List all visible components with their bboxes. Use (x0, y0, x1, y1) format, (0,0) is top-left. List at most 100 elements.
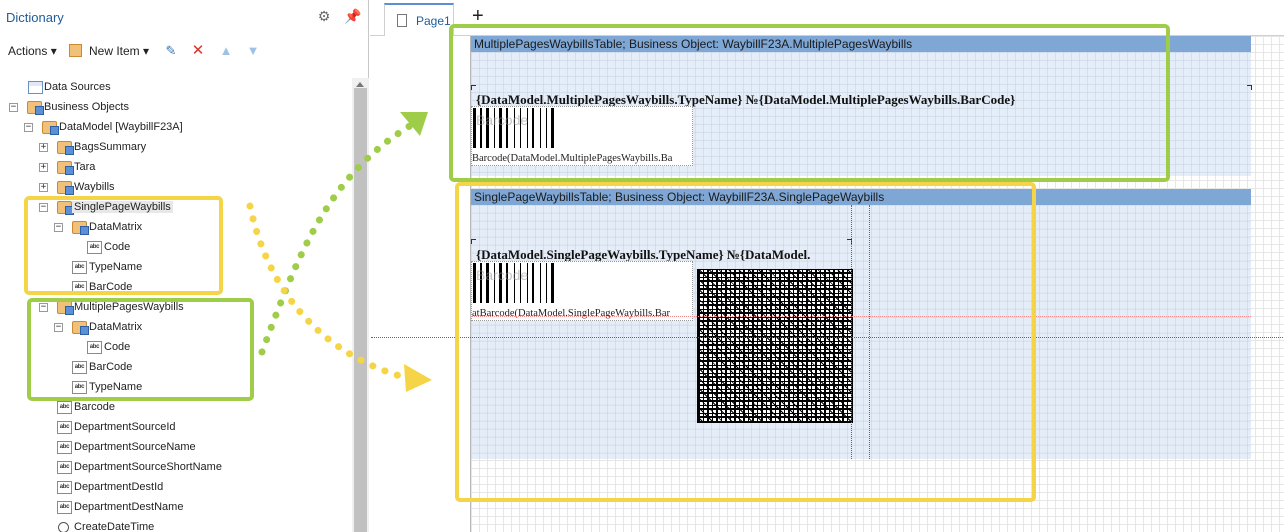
expand-icon[interactable]: + (39, 143, 48, 152)
tree-item-department-source-name[interactable]: abc DepartmentSourceName (0, 438, 350, 458)
data-matrix-component[interactable] (697, 269, 853, 423)
business-object-icon (57, 141, 74, 155)
pin-icon[interactable]: 📌 (344, 8, 361, 24)
barcode-bar (551, 108, 554, 148)
business-object-icon (72, 221, 89, 235)
tree-item-department-dest-id[interactable]: abc DepartmentDestId (0, 478, 350, 498)
guide-line (371, 337, 1284, 338)
barcode-bar (546, 263, 547, 303)
add-page-button[interactable]: + (472, 5, 484, 28)
guide-line (471, 316, 1251, 317)
barcode-bar (551, 263, 554, 303)
report-designer-window: Dictionary ⚙ 📌 Actions ▾ New Item ▾ ✎ ✕ … (0, 0, 1284, 532)
band-multiple-pages-waybills[interactable]: MultiplePagesWaybillsTable; Business Obj… (471, 36, 1252, 176)
tree-item-multi-code[interactable]: abc Code (0, 338, 350, 358)
text-column-icon: abc (57, 461, 72, 474)
tree-item-business-objects[interactable]: − Business Objects (0, 98, 350, 118)
tree-item-data-sources[interactable]: Data Sources (0, 78, 350, 98)
data-sources-icon (28, 81, 43, 94)
barcode-bar (540, 108, 541, 148)
collapse-icon[interactable]: − (39, 203, 48, 212)
collapse-icon[interactable]: − (39, 303, 48, 312)
guide-line (851, 205, 852, 459)
tree-item-department-source-id[interactable]: abc DepartmentSourceId (0, 418, 350, 438)
text-column-icon: abc (57, 441, 72, 454)
selection-corner (471, 239, 476, 244)
tree-item-single-page-waybills[interactable]: − SinglePageWaybills (0, 198, 350, 218)
text-column-icon: abc (72, 361, 87, 374)
guide-line (869, 205, 870, 459)
tree-item-create-date-time[interactable]: CreateDateTime (0, 518, 350, 532)
collapse-icon[interactable]: − (54, 223, 63, 232)
business-object-icon (57, 201, 74, 215)
text-column-icon: abc (72, 261, 87, 274)
business-object-icon (27, 101, 44, 115)
barcode-bar (532, 263, 534, 303)
tree-scrollbar[interactable] (352, 78, 369, 532)
barcode-bar (540, 263, 541, 303)
report-page[interactable]: MultiplePagesWaybillsTable; Business Obj… (371, 36, 1284, 532)
barcode-component[interactable]: Barcode Barcode(DataModel.MultiplePagesW… (471, 106, 693, 166)
delete-icon[interactable]: ✕ (190, 43, 206, 59)
tree-item-multi-bar-code[interactable]: abc BarCode (0, 358, 350, 378)
expand-icon[interactable]: + (39, 183, 48, 192)
move-down-icon[interactable]: ▼ (245, 43, 261, 59)
page-tabs: Page1 + (370, 0, 1284, 36)
scrollbar-thumb[interactable] (354, 88, 367, 532)
barcode-component[interactable]: Barcode atBarcode(DataModel.SinglePageWa… (471, 261, 693, 321)
edit-icon[interactable]: ✎ (163, 43, 179, 59)
text-column-icon: abc (87, 241, 102, 254)
text-column-icon: abc (57, 421, 72, 434)
tree-item-department-dest-name[interactable]: abc DepartmentDestName (0, 498, 350, 518)
collapse-icon[interactable]: − (24, 123, 33, 132)
collapse-icon[interactable]: − (9, 103, 18, 112)
text-column-icon: abc (72, 281, 87, 294)
tree-item-single-bar-code[interactable]: abc BarCode (0, 278, 350, 298)
barcode-bar (532, 108, 534, 148)
band-single-page-waybills[interactable]: SinglePageWaybillsTable; Business Object… (471, 189, 1251, 459)
tree-item-waybills[interactable]: + Waybills (0, 178, 350, 198)
text-column-icon: abc (57, 481, 72, 494)
band-header[interactable]: MultiplePagesWaybillsTable; Business Obj… (471, 36, 1251, 52)
designer-area: Page1 + MultiplePagesWaybillsTable; Busi… (370, 0, 1284, 532)
move-up-icon[interactable]: ▲ (218, 43, 234, 59)
business-object-icon (57, 161, 74, 175)
tree-item-tara[interactable]: + Tara (0, 158, 350, 178)
tab-page1[interactable]: Page1 (384, 3, 454, 36)
selection-corner (471, 85, 476, 90)
text-column-icon: abc (87, 341, 102, 354)
tree-item-single-code[interactable]: abc Code (0, 238, 350, 258)
expand-icon[interactable]: + (39, 163, 48, 172)
new-item-icon (69, 44, 82, 57)
business-object-icon (57, 301, 74, 315)
tree-item-multiple-pages-waybills[interactable]: − MultiplePagesWaybills (0, 298, 350, 318)
barcode-bar (546, 108, 547, 148)
tree-item-single-data-matrix[interactable]: − DataMatrix (0, 218, 350, 238)
dictionary-tree: Data Sources − Business Objects − DataMo… (0, 78, 352, 532)
text-column-icon: abc (57, 501, 72, 514)
dictionary-toolbar: Actions ▾ New Item ▾ ✎ ✕ ▲ ▼ (0, 38, 369, 64)
band-header[interactable]: SinglePageWaybillsTable; Business Object… (471, 189, 1251, 205)
tree-item-barcode[interactable]: abc Barcode (0, 398, 350, 418)
tree-item-department-source-short-name[interactable]: abc DepartmentSourceShortName (0, 458, 350, 478)
selection-corner (1247, 85, 1252, 90)
business-object-icon (42, 121, 59, 135)
tree-item-data-model[interactable]: − DataModel [WaybillF23A] (0, 118, 350, 138)
page-icon (397, 14, 407, 27)
tree-item-multi-data-matrix[interactable]: − DataMatrix (0, 318, 350, 338)
text-column-icon: abc (72, 381, 87, 394)
tree-item-bags-summary[interactable]: + BagsSummary (0, 138, 350, 158)
new-item-menu[interactable]: New Item ▾ (89, 44, 149, 58)
business-object-icon (57, 181, 74, 195)
dictionary-panel: Dictionary ⚙ 📌 Actions ▾ New Item ▾ ✎ ✕ … (0, 0, 369, 532)
tree-item-multi-type-name[interactable]: abc TypeName (0, 378, 350, 398)
gear-icon[interactable]: ⚙ (316, 8, 332, 24)
tree-item-single-type-name[interactable]: abc TypeName (0, 258, 350, 278)
text-column-icon: abc (57, 401, 72, 414)
actions-menu[interactable]: Actions ▾ (8, 44, 57, 58)
collapse-icon[interactable]: − (54, 323, 63, 332)
dictionary-title: Dictionary (6, 10, 64, 25)
scroll-up-icon[interactable] (356, 82, 364, 87)
clock-icon (58, 522, 69, 532)
business-object-icon (72, 321, 89, 335)
